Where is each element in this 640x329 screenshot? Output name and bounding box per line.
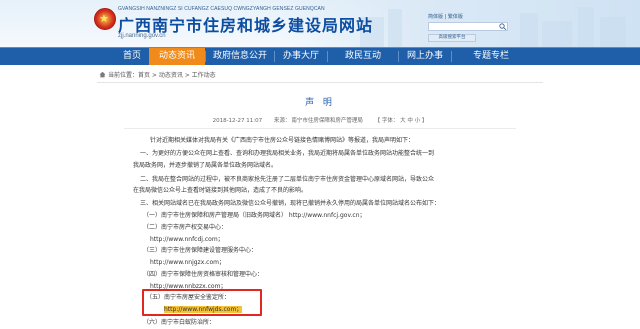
article-source-label: 来源： [273, 118, 291, 124]
paragraph: 三、相关网站域名已在我局政务网站及微信公众号撤销，现将已撤销并永久停用的局属各单… [140, 200, 441, 207]
divider [97, 82, 543, 83]
list-item: （三）南宁市住房保障建设管理服务中心： [143, 247, 258, 254]
list-item: （一）南宁市住房保障和房产管理局（旧政务网域名） http://www.nnfc… [143, 212, 366, 219]
language-links[interactable]: 简体版 | 繁体版 [428, 13, 463, 20]
skyline-building [542, 21, 572, 47]
breadcrumb: 当前位置：首页 > 动态资讯 > 工作动态 [99, 70, 216, 79]
skyline-building [520, 13, 538, 47]
list-item-link[interactable]: http://www.nnjgzx.com； [150, 259, 225, 267]
list-item: （六）南宁市白蚁防治所： [143, 319, 216, 326]
nav-item-home[interactable]: 首页 [115, 48, 149, 65]
divider [124, 128, 516, 129]
main-nav: 首页 动态资讯 政府信息公开 办事大厅 政民互动 网上办事 专题专栏 [0, 47, 640, 65]
list-item: （四）南宁市保障住房资格审核和管理中心： [143, 271, 264, 278]
paragraph: 针对近期相关媒体对我局有关《广西南宁市住房公众号链接色情赌博网站》等报道，我局声… [150, 137, 415, 144]
nav-item-gov-info[interactable]: 政府信息公开 [206, 48, 274, 65]
article-title: 声 明 [305, 98, 335, 108]
nav-item-news[interactable]: 动态资讯 [149, 48, 205, 65]
skyline-building [388, 9, 402, 47]
highlight-annotation [142, 289, 262, 316]
search-icon[interactable] [499, 23, 507, 30]
font-size-switcher[interactable]: 【 字体： 大 中 小 】 [375, 118, 428, 124]
nav-item-service-hall[interactable]: 办事大厅 [275, 48, 327, 65]
paragraph: 一、为更好的方便公众在网上查看、查询和办理我局相关业务，我局近期将局属各单位政务… [140, 150, 435, 157]
paragraph: 我局政务网，并逐步撤销了局属各单位政务网站域名。 [133, 162, 278, 169]
nav-item-topics[interactable]: 专题专栏 [452, 48, 530, 65]
house-icon [99, 71, 106, 78]
advanced-search-button[interactable]: 高级搜索平台 [428, 34, 476, 42]
article-date: 2018-12-27 11:07 [212, 118, 263, 124]
breadcrumb-text[interactable]: 当前位置：首页 > 动态资讯 > 工作动态 [108, 72, 216, 79]
article-meta: 2018-12-27 11:07 来源：南宁市住房保障和房产管理局 【 字体： … [0, 116, 640, 124]
paragraph: 二、我局在整合网站的过程中，被不良商家抢先注册了二层单位南宁市住房资金管理中心原… [140, 176, 435, 183]
skyline-building [578, 7, 594, 47]
site-domain: zjj.nanning.gov.cn [118, 33, 166, 39]
site-header: ★ GVANGSIH NANZNINGZ SI CUFANGZ CAESUQ C… [0, 0, 640, 47]
search-field[interactable] [428, 22, 508, 41]
emblem-icon: ★ [94, 8, 116, 30]
list-item-link[interactable]: http://www.nnfcdj.com； [150, 236, 224, 244]
skyline-building [600, 17, 626, 47]
paragraph: 在我局微信公众号上查看时链接到其他网站，造成了不良的影响。 [133, 187, 308, 194]
nav-item-interaction[interactable]: 政民互动 [328, 48, 398, 65]
list-item: （二）南宁市房产权交易中心： [143, 224, 228, 231]
article-publisher: 南宁市住房保障和房产管理局 [291, 118, 363, 124]
nav-item-online-service[interactable]: 网上办事 [399, 48, 451, 65]
